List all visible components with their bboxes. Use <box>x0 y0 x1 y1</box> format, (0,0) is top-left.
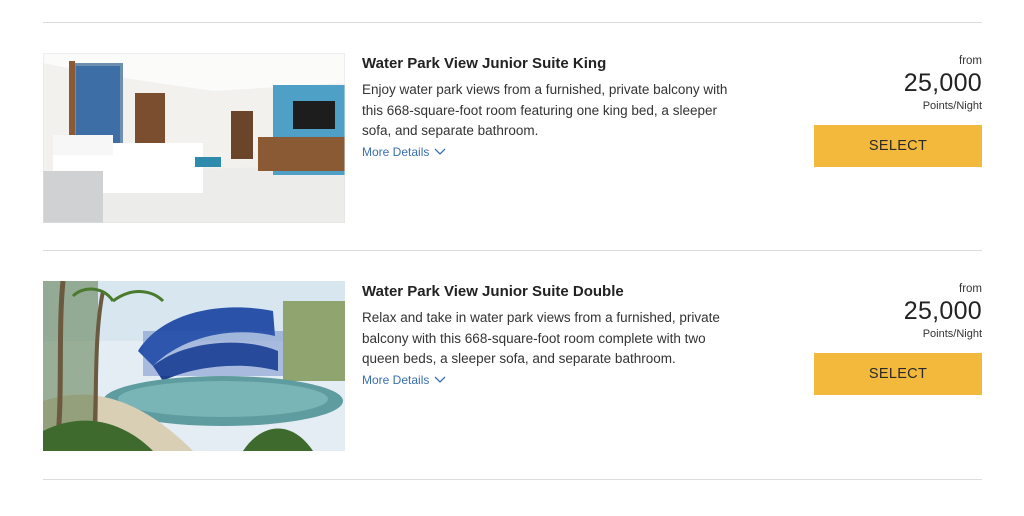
room-info-double: Water Park View Junior Suite Double Rela… <box>362 281 732 389</box>
room-title: Water Park View Junior Suite King <box>362 55 607 72</box>
room-title: Water Park View Junior Suite Double <box>362 283 624 300</box>
hotel-room-photo-icon <box>43 53 345 223</box>
room-description: Relax and take in water park views from … <box>362 310 720 366</box>
chevron-down-icon <box>434 376 446 383</box>
more-details-link[interactable]: More Details <box>362 373 446 387</box>
divider-top <box>43 22 982 23</box>
more-details-label: More Details <box>362 144 430 159</box>
water-park-photo-icon <box>43 281 345 451</box>
select-button[interactable]: SELECT <box>814 353 982 395</box>
more-details-link[interactable]: More Details <box>362 145 446 159</box>
chevron-down-icon <box>434 148 446 155</box>
select-button[interactable]: SELECT <box>814 125 982 167</box>
points-value: 25,000 <box>903 297 982 325</box>
room-card-double: Water Park View Junior Suite Double Rela… <box>43 281 982 451</box>
points-unit: Points/Night <box>922 328 982 340</box>
points-value: 25,000 <box>903 69 982 97</box>
price-column: from 25,000 Points/Night SELECT <box>814 53 982 167</box>
room-description: Enjoy water park views from a furnished,… <box>362 82 728 138</box>
room-image-king[interactable] <box>43 53 345 223</box>
divider-bottom <box>43 479 982 480</box>
price-column: from 25,000 Points/Night SELECT <box>814 281 982 395</box>
divider-middle <box>43 250 982 251</box>
room-info-king: Water Park View Junior Suite King Enjoy … <box>362 53 732 161</box>
room-image-double[interactable] <box>43 281 345 451</box>
more-details-label: More Details <box>362 372 430 387</box>
from-label: from <box>959 55 982 67</box>
points-unit: Points/Night <box>922 100 982 112</box>
from-label: from <box>959 283 982 295</box>
room-card-king: Water Park View Junior Suite King Enjoy … <box>43 53 982 223</box>
